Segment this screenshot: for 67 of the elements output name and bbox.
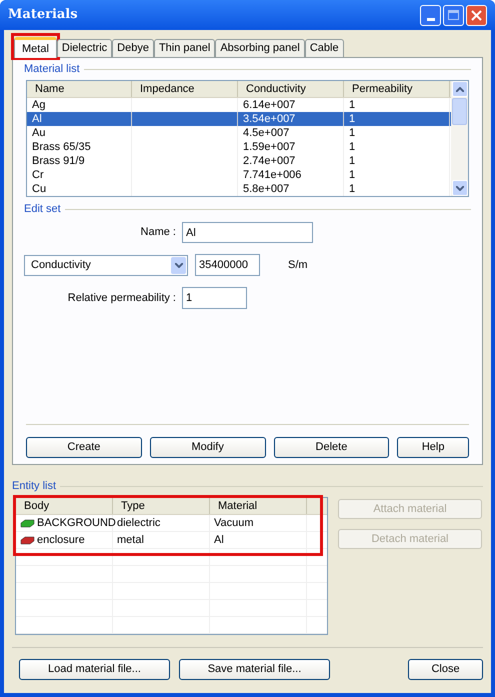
tab[interactable]: Debye [112, 39, 154, 57]
table-cell: 5.8e+007 [238, 182, 344, 196]
button[interactable]: Close [408, 659, 483, 680]
column-header[interactable]: Conductivity [238, 81, 344, 97]
input-field[interactable]: 1 [182, 287, 247, 309]
field-label: Name : [140, 225, 177, 240]
scrollbar[interactable] [451, 81, 468, 196]
unit-label: S/m [288, 258, 308, 273]
tab[interactable]: Absorbing panel [215, 39, 305, 57]
table-cell: 2.74e+007 [238, 154, 344, 168]
minimize-icon [426, 18, 434, 20]
tab[interactable]: Metal [14, 37, 57, 58]
button[interactable]: Delete [274, 437, 390, 458]
table-cell: 1 [344, 168, 450, 182]
button[interactable]: Save material file... [179, 659, 330, 680]
column-header[interactable]: Material [210, 498, 307, 514]
chevron-down-icon[interactable] [171, 256, 186, 274]
table-cell: Au [27, 126, 132, 140]
column-header[interactable]: Name [27, 81, 132, 97]
field-label: Relative permeability : [66, 290, 177, 306]
table-cell: Cr [27, 168, 132, 182]
table-cell: 3.54e+007 [238, 112, 344, 126]
button[interactable]: Load material file... [19, 659, 170, 680]
table-cell-text: enclosure [37, 532, 85, 548]
group-title: Edit set [24, 202, 61, 217]
table-cell-text: dielectric [117, 516, 160, 531]
table-cell-text: BACKGROUND [37, 516, 116, 531]
window-title: Materials [8, 6, 79, 24]
column-header[interactable]: Permeability [344, 81, 450, 97]
table-cell: 1 [344, 182, 450, 196]
table-cell: Cu [27, 182, 132, 196]
button[interactable]: Create [26, 437, 142, 458]
button[interactable]: Help [397, 437, 469, 458]
dropdown[interactable]: Conductivity [24, 254, 188, 276]
tab[interactable]: Thin panel [154, 39, 216, 57]
close-icon [471, 10, 482, 20]
scroll-down-icon[interactable] [452, 180, 468, 196]
table-cell: 1 [344, 112, 450, 126]
table-cell-text: Vacuum [214, 516, 254, 531]
column-header[interactable]: Impedance [132, 81, 238, 97]
scroll-thumb[interactable] [452, 98, 467, 125]
tab[interactable]: Cable [304, 39, 344, 57]
column-header[interactable]: Type [113, 498, 210, 514]
close-button[interactable] [466, 4, 487, 26]
tab[interactable]: Dielectric [56, 39, 112, 57]
group-title: Entity list [12, 478, 56, 494]
table-cell: Brass 91/9 [27, 154, 132, 168]
table-cell: 1.59e+007 [238, 140, 344, 154]
maximize-button[interactable] [443, 4, 464, 26]
table-cell: 1 [344, 126, 450, 140]
table-cell: Al [27, 112, 132, 126]
minimize-button[interactable] [420, 4, 441, 26]
maximize-icon [448, 10, 459, 20]
scroll-up-icon[interactable] [452, 81, 468, 97]
table-cell-text: Al [214, 532, 224, 548]
input-field[interactable]: 35400000 [195, 254, 260, 276]
table-cell: 1 [344, 140, 450, 154]
column-header[interactable]: Body [16, 498, 113, 514]
table-cell: 1 [344, 154, 450, 168]
table-cell-text: metal [117, 532, 144, 548]
button[interactable]: Modify [150, 437, 266, 458]
table-cell: Brass 65/35 [27, 140, 132, 154]
table-row[interactable]: Al 3.54e+007 1 [27, 112, 451, 126]
table-cell: 4.5e+007 [238, 126, 344, 140]
table-cell: 7.741e+006 [238, 168, 344, 182]
input-field[interactable]: Al [182, 222, 313, 243]
group-title: Material list [24, 62, 80, 77]
